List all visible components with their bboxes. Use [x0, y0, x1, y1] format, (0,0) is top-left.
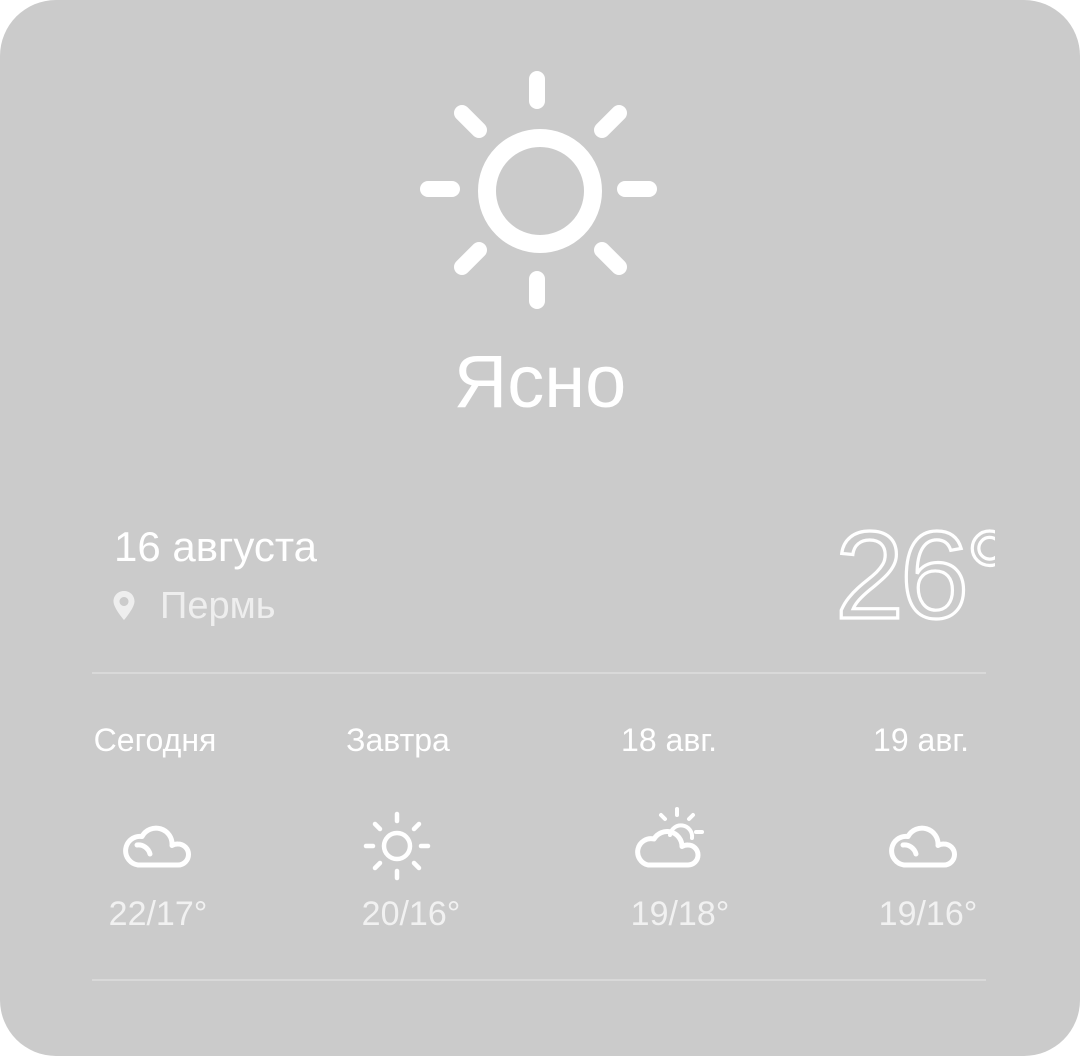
forecast-temps: 20/16°: [361, 895, 461, 933]
forecast-temps: 19/16°: [878, 895, 978, 933]
forecast-temps: 22/17°: [108, 895, 208, 933]
location[interactable]: Пермь: [112, 582, 276, 630]
forecast-temps: 19/18°: [630, 895, 730, 933]
location-pin-icon: [113, 591, 135, 620]
current-temperature: 26°: [835, 520, 995, 630]
cloud-icon: [123, 825, 191, 868]
weather-widget[interactable]: Ясно 16 августа Пермь 26° Сегодня 22/17°…: [0, 0, 1080, 1056]
forecast-day-label: 19 авг.: [873, 722, 969, 758]
divider: [92, 672, 986, 674]
divider: [92, 979, 986, 981]
forecast-day-label: Сегодня: [93, 722, 217, 758]
current-condition: Ясно: [453, 340, 627, 423]
current-date: 16 августа: [114, 523, 318, 570]
sun-icon: [363, 811, 431, 881]
city-name: Пермь: [160, 585, 276, 627]
forecast-day-label: 18 авг.: [621, 722, 717, 758]
forecast-day-label: Завтра: [346, 722, 450, 758]
cloud-icon: [889, 825, 957, 868]
sun-icon: [420, 71, 657, 309]
partly-cloudy-icon: [635, 807, 704, 868]
svg-text:26°: 26°: [835, 520, 995, 630]
